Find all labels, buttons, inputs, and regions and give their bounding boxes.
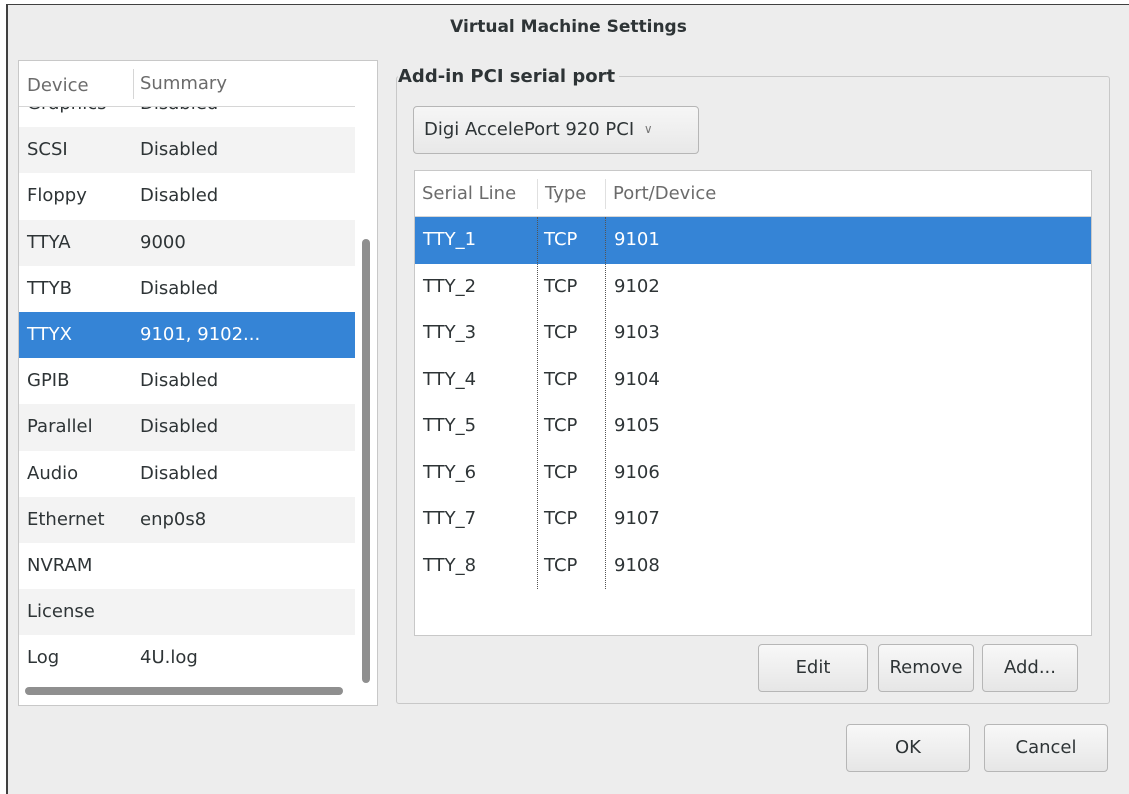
serial-line-type: TCP bbox=[544, 508, 578, 529]
column-divider bbox=[537, 217, 538, 589]
device-name: Audio bbox=[27, 462, 79, 484]
serial-line-port: 9103 bbox=[614, 322, 660, 343]
serial-line-type: TCP bbox=[544, 461, 578, 483]
serial-line-type: TCP bbox=[544, 368, 578, 390]
device-name: Ethernet bbox=[27, 508, 105, 530]
device-row-ethernet[interactable]: Ethernet enp0s8 bbox=[19, 496, 355, 543]
serial-row-tty_7[interactable]: TTY_7 TCP 9107 bbox=[415, 496, 1091, 543]
device-name: TTYA bbox=[27, 231, 71, 253]
serial-table-header: Serial Line Type Port/Device bbox=[415, 171, 1091, 217]
serial-line-table[interactable]: Serial Line Type Port/Device TTY_1 TCP 910… bbox=[414, 170, 1092, 636]
device-summary: Disabled bbox=[140, 185, 219, 207]
serial-line-type: TCP bbox=[544, 275, 578, 297]
device-row-log[interactable]: Log 4U.log bbox=[19, 635, 355, 682]
device-summary: 9101, 9102... bbox=[140, 323, 261, 345]
device-summary: Disabled bbox=[140, 416, 219, 438]
serial-line-type: TCP bbox=[544, 322, 578, 343]
serial-row-tty_8[interactable]: TTY_8 TCP 9108 bbox=[415, 543, 1091, 590]
device-row-ttya[interactable]: TTYA 9000 bbox=[19, 219, 355, 266]
device-summary: 4U.log bbox=[140, 647, 198, 669]
card-type-dropdown[interactable]: Digi AccelePort 920 PCI ∨ bbox=[413, 106, 699, 154]
device-list-vertical-scrollbar[interactable] bbox=[362, 239, 370, 683]
device-row-ttyx[interactable]: TTYX 9101, 9102... bbox=[19, 311, 355, 359]
serial-line-port: 9105 bbox=[614, 415, 660, 436]
serial-line-port: 9102 bbox=[614, 275, 660, 297]
column-header-port-device[interactable]: Port/Device bbox=[605, 179, 716, 209]
serial-line-name: TTY_8 bbox=[423, 554, 477, 576]
device-summary: Disabled bbox=[140, 462, 219, 484]
device-summary: enp0s8 bbox=[140, 508, 207, 530]
device-row-floppy[interactable]: Floppy Disabled bbox=[19, 173, 355, 220]
device-list-header: Device Summary bbox=[19, 61, 355, 107]
serial-port-frame-label: Add-in PCI serial port bbox=[398, 66, 620, 87]
device-name: SCSI bbox=[27, 139, 68, 161]
device-list[interactable]: Device Summary GraphicsDisabledSCSIDisab… bbox=[18, 60, 378, 706]
device-row-nvram[interactable]: NVRAM bbox=[19, 542, 355, 590]
device-name: License bbox=[27, 601, 95, 623]
serial-row-tty_2[interactable]: TTY_2 TCP 9102 bbox=[415, 264, 1091, 311]
serial-line-port: 9101 bbox=[614, 229, 660, 250]
device-row-license[interactable]: License bbox=[19, 589, 355, 636]
remove-button[interactable]: Remove bbox=[878, 644, 974, 692]
serial-line-name: TTY_3 bbox=[423, 322, 477, 343]
column-header-type[interactable]: Type bbox=[537, 179, 586, 209]
ok-button[interactable]: OK bbox=[846, 724, 970, 772]
device-name: NVRAM bbox=[27, 554, 93, 576]
serial-line-port: 9108 bbox=[614, 554, 660, 576]
device-name: Parallel bbox=[27, 416, 93, 438]
add-button[interactable]: Add... bbox=[982, 644, 1078, 692]
chevron-down-icon: ∨ bbox=[643, 122, 653, 136]
serial-line-port: 9104 bbox=[614, 368, 660, 390]
device-name: TTYX bbox=[27, 323, 72, 345]
device-summary: 9000 bbox=[140, 231, 186, 253]
column-header-summary[interactable]: Summary bbox=[133, 69, 227, 99]
window-title: Virtual Machine Settings bbox=[450, 17, 687, 37]
card-type-value: Digi AccelePort 920 PCI bbox=[424, 119, 635, 140]
device-row-parallel[interactable]: Parallel Disabled bbox=[19, 404, 355, 451]
device-list-horizontal-scrollbar[interactable] bbox=[25, 687, 343, 695]
serial-row-tty_1[interactable]: TTY_1 TCP 9101 bbox=[415, 217, 1091, 264]
column-header-device[interactable]: Device bbox=[27, 75, 89, 96]
serial-line-type: TCP bbox=[544, 415, 578, 436]
serial-line-name: TTY_4 bbox=[423, 368, 477, 390]
device-name: GPIB bbox=[27, 370, 70, 392]
cancel-button[interactable]: Cancel bbox=[984, 724, 1108, 772]
serial-line-type: TCP bbox=[544, 229, 578, 250]
serial-rows: TTY_1 TCP 9101 TTY_2 TCP 9102 TTY_3 TCP 9103 TTY_… bbox=[415, 217, 1091, 589]
device-rows: GraphicsDisabledSCSIDisabledFloppyDisabl… bbox=[19, 81, 355, 682]
device-row-scsi[interactable]: SCSI Disabled bbox=[19, 127, 355, 174]
device-name: Floppy bbox=[27, 185, 87, 207]
serial-line-name: TTY_6 bbox=[423, 461, 477, 483]
serial-line-port: 9106 bbox=[614, 461, 660, 483]
device-summary: Disabled bbox=[140, 370, 219, 392]
serial-row-tty_6[interactable]: TTY_6 TCP 9106 bbox=[415, 450, 1091, 497]
column-divider bbox=[605, 217, 606, 589]
serial-line-name: TTY_1 bbox=[423, 229, 477, 250]
device-name: TTYB bbox=[27, 277, 73, 299]
device-summary: Disabled bbox=[140, 277, 219, 299]
serial-line-name: TTY_5 bbox=[423, 415, 477, 436]
column-header-serial-line[interactable]: Serial Line bbox=[422, 171, 516, 217]
device-row-gpib[interactable]: GPIB Disabled bbox=[19, 358, 355, 405]
device-name: Log bbox=[27, 647, 60, 669]
device-row-audio[interactable]: Audio Disabled bbox=[19, 450, 355, 497]
device-row-ttyb[interactable]: TTYB Disabled bbox=[19, 265, 355, 312]
edit-button[interactable]: Edit bbox=[758, 644, 868, 692]
serial-line-name: TTY_7 bbox=[423, 508, 477, 529]
serial-row-tty_3[interactable]: TTY_3 TCP 9103 bbox=[415, 310, 1091, 357]
serial-line-port: 9107 bbox=[614, 508, 660, 529]
serial-row-tty_4[interactable]: TTY_4 TCP 9104 bbox=[415, 357, 1091, 404]
serial-line-type: TCP bbox=[544, 554, 578, 576]
device-summary: Disabled bbox=[140, 139, 219, 161]
serial-line-name: TTY_2 bbox=[423, 275, 477, 297]
serial-row-tty_5[interactable]: TTY_5 TCP 9105 bbox=[415, 403, 1091, 450]
